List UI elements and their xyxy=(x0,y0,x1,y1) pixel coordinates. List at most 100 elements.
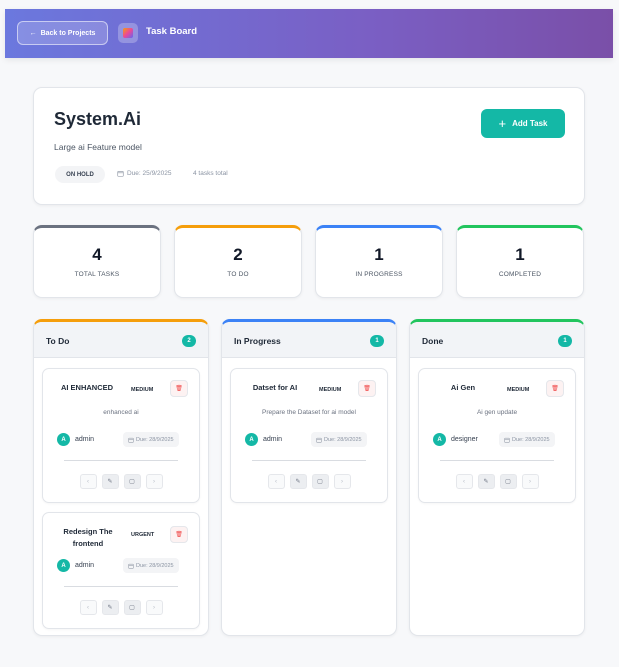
column-to-do: To Do 2 AI ENHANCED MEDIUM 🗑 enhanced ai… xyxy=(33,319,209,636)
back-button-label: Back to Projects xyxy=(40,29,96,37)
task-actions: ‹ ✎ ▢ › xyxy=(43,474,199,489)
calendar-icon xyxy=(128,563,134,569)
chevron-right-icon[interactable]: › xyxy=(145,600,163,615)
task-title: Ai Gen xyxy=(450,383,476,392)
avatar: A xyxy=(433,433,446,446)
column-count-badge: 1 xyxy=(370,335,384,347)
stat-label: IN PROGRESS xyxy=(355,271,403,278)
assignee-name: designer xyxy=(451,436,478,443)
copy-icon[interactable]: ▢ xyxy=(499,474,517,489)
column-count-badge: 2 xyxy=(182,335,196,347)
task-title: AI ENHANCED xyxy=(60,383,114,392)
column-done: Done 1 Ai Gen MEDIUM 🗑 Ai gen update A d… xyxy=(409,319,585,636)
add-task-button[interactable]: + Add Task xyxy=(481,109,565,138)
calendar-icon xyxy=(117,171,124,177)
priority-badge: URGENT xyxy=(131,532,155,538)
chevron-right-icon[interactable]: › xyxy=(333,474,351,489)
column-title: To Do xyxy=(46,336,70,346)
column-header: To Do 2 xyxy=(34,322,208,358)
chevron-left-icon[interactable]: ‹ xyxy=(79,474,97,489)
chevron-right-icon[interactable]: › xyxy=(145,474,163,489)
task-card[interactable]: Datset for AI MEDIUM 🗑 Prepare the Datas… xyxy=(230,368,388,503)
task-description: Ai gen update xyxy=(476,409,518,416)
assignee-name: admin xyxy=(75,436,95,443)
assignee-name: admin xyxy=(263,436,283,443)
edit-icon[interactable]: ✎ xyxy=(101,474,119,489)
column-title: Done xyxy=(422,336,444,346)
edit-icon[interactable]: ✎ xyxy=(289,474,307,489)
avatar: A xyxy=(245,433,258,446)
delete-icon[interactable]: 🗑 xyxy=(358,380,376,397)
task-description: Prepare the Dataset for ai model xyxy=(262,409,356,416)
task-title: Datset for AI xyxy=(252,383,298,392)
stat-label: COMPLETED xyxy=(498,271,542,278)
column-in-progress: In Progress 1 Datset for AI MEDIUM 🗑 Pre… xyxy=(221,319,397,636)
divider xyxy=(440,460,554,461)
task-card[interactable]: Redesign The frontend URGENT 🗑 A admin D… xyxy=(42,512,200,629)
status-badge: ON HOLD xyxy=(55,166,105,183)
copy-icon[interactable]: ▢ xyxy=(123,600,141,615)
assignee-name: admin xyxy=(75,562,95,569)
divider xyxy=(64,586,178,587)
chevron-left-icon[interactable]: ‹ xyxy=(267,474,285,489)
task-description: enhanced ai xyxy=(103,409,139,416)
column-header: In Progress 1 xyxy=(222,322,396,358)
stat-completed: 1 COMPLETED xyxy=(456,225,584,298)
column-title: In Progress xyxy=(234,336,281,346)
top-bar: ← Back to Projects Task Board xyxy=(5,9,613,58)
task-due-text: Due: 28/9/2025 xyxy=(136,436,174,443)
stat-total-tasks: 4 TOTAL TASKS xyxy=(33,225,161,298)
chevron-left-icon[interactable]: ‹ xyxy=(455,474,473,489)
task-card[interactable]: Ai Gen MEDIUM 🗑 Ai gen update A designer… xyxy=(418,368,576,503)
delete-icon[interactable]: 🗑 xyxy=(170,526,188,543)
project-due-text: Due: 25/9/2025 xyxy=(127,170,172,177)
edit-icon[interactable]: ✎ xyxy=(477,474,495,489)
column-count-badge: 1 xyxy=(558,335,572,347)
project-description: Large ai Feature model xyxy=(54,142,142,152)
stat-label: TOTAL TASKS xyxy=(74,271,120,278)
stat-value: 1 xyxy=(374,245,384,264)
task-due-text: Due: 28/9/2025 xyxy=(512,436,550,443)
back-to-projects-button[interactable]: ← Back to Projects xyxy=(17,21,108,45)
page-title: Task Board xyxy=(146,26,198,37)
calendar-icon xyxy=(128,437,134,443)
chevron-right-icon[interactable]: › xyxy=(521,474,539,489)
task-due-text: Due: 28/9/2025 xyxy=(324,436,362,443)
stat-value: 1 xyxy=(515,245,525,264)
task-due: Due: 28/9/2025 xyxy=(123,432,179,447)
edit-icon[interactable]: ✎ xyxy=(101,600,119,615)
stat-in-progress: 1 IN PROGRESS xyxy=(315,225,443,298)
avatar: A xyxy=(57,559,70,572)
column-header: Done 1 xyxy=(410,322,584,358)
divider xyxy=(64,460,178,461)
delete-icon[interactable]: 🗑 xyxy=(170,380,188,397)
project-due: Due: 25/9/2025 xyxy=(117,170,171,177)
task-actions: ‹ ✎ ▢ › xyxy=(419,474,575,489)
task-card[interactable]: AI ENHANCED MEDIUM 🗑 enhanced ai A admin… xyxy=(42,368,200,503)
task-actions: ‹ ✎ ▢ › xyxy=(231,474,387,489)
priority-badge: MEDIUM xyxy=(507,387,530,393)
task-due: Due: 28/9/2025 xyxy=(499,432,555,447)
project-name: System.Ai xyxy=(54,109,142,129)
arrow-left-icon: ← xyxy=(29,29,37,37)
stat-to-do: 2 TO DO xyxy=(174,225,302,298)
copy-icon[interactable]: ▢ xyxy=(123,474,141,489)
task-due: Due: 28/9/2025 xyxy=(123,558,179,573)
task-actions: ‹ ✎ ▢ › xyxy=(43,600,199,615)
project-card: System.Ai Large ai Feature model ON HOLD… xyxy=(33,87,585,205)
delete-icon[interactable]: 🗑 xyxy=(546,380,564,397)
project-task-total: 4 tasks total xyxy=(193,170,228,177)
add-task-label: Add Task xyxy=(512,119,548,128)
task-board-logo-icon xyxy=(118,23,138,43)
task-due-text: Due: 28/9/2025 xyxy=(136,562,174,569)
stat-value: 2 xyxy=(233,245,243,264)
avatar: A xyxy=(57,433,70,446)
task-title: Redesign The frontend xyxy=(63,527,113,548)
chevron-left-icon[interactable]: ‹ xyxy=(79,600,97,615)
calendar-icon xyxy=(316,437,322,443)
copy-icon[interactable]: ▢ xyxy=(311,474,329,489)
task-due: Due: 28/9/2025 xyxy=(311,432,367,447)
priority-badge: MEDIUM xyxy=(131,387,154,393)
calendar-icon xyxy=(504,437,510,443)
stat-value: 4 xyxy=(92,245,102,264)
